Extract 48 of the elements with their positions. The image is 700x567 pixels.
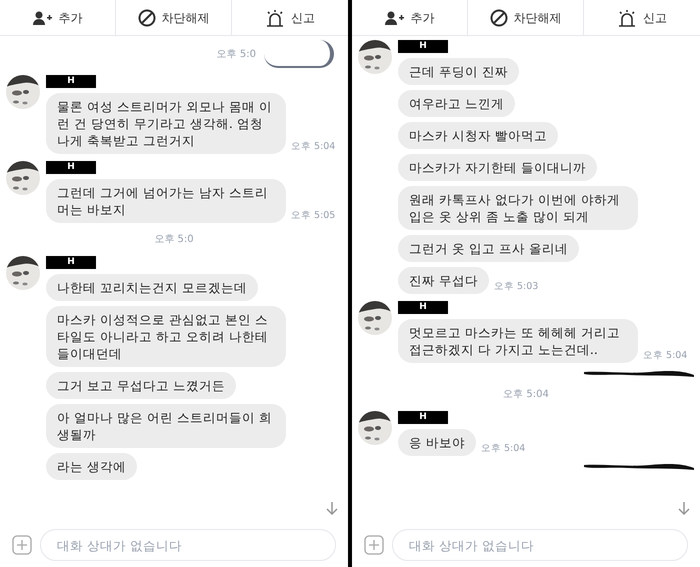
timestamp: 오후 5:0	[153, 233, 195, 247]
avatar	[6, 256, 40, 290]
plus-icon[interactable]	[12, 535, 32, 555]
add-person-icon	[32, 10, 52, 24]
plus-icon[interactable]	[364, 535, 384, 555]
message-bubble: 그런거 옷 입고 프사 올리네	[398, 235, 579, 262]
message-bubble: 라는 생각에	[46, 453, 137, 480]
message-bubble: 나한테 꼬리치는건지 모르겠는데	[46, 274, 258, 301]
sender-name: H	[398, 411, 448, 424]
timestamp: 오후 5:04	[643, 348, 688, 363]
message-bubble: 마스카가 자기한테 들이대니까	[398, 154, 597, 181]
message-input[interactable]: 대화 상대가 없습니다	[40, 529, 336, 561]
sender-name: H	[46, 75, 96, 88]
sender-name: H	[46, 161, 96, 174]
avatar	[358, 301, 392, 335]
message-bubble: 그거 보고 무섭다고 느꼈거든	[46, 372, 236, 399]
message-bubble: 아 얼마나 많은 어린 스트리머들이 희생될까	[46, 404, 286, 448]
message-bubble: 그런데 그거에 넘어가는 남자 스트리머는 바보지	[46, 179, 286, 223]
message-bubble: 물론 여성 스트리머가 외모나 몸매 이런 건 당연히 무기라고 생각해. 엄청나게 축복받고 그런거지	[46, 93, 286, 154]
timestamp: 오후 5:0	[216, 48, 256, 62]
message-bubble: 마스카 이성적으로 관심없고 본인 스타일도 아니라고 하고 오히려 나한테 들이대던데	[46, 306, 286, 367]
scroll-down-icon[interactable]	[326, 501, 338, 515]
avatar	[358, 40, 392, 74]
siren-icon	[617, 8, 637, 26]
add-person-icon	[384, 10, 404, 24]
message-bubble: 근데 푸딩이 진짜	[398, 58, 519, 85]
message-bubble: 마스카 시청자 빨아먹고	[398, 122, 558, 149]
message-bubble: 진짜 무섭다	[398, 267, 489, 294]
sender-name: H	[398, 40, 448, 53]
message-input[interactable]: 대화 상대가 없습니다	[392, 529, 688, 561]
message-bubble: 멋모르고 마스카는 또 헤헤헤 거리고 접근하겠지 다 가지고 노는건데..	[398, 319, 638, 363]
sender-name: H	[46, 256, 96, 269]
timestamp: 오후 5:04	[502, 388, 550, 402]
message-bubble: 여우라고 느낀게	[398, 90, 515, 117]
scroll-down-icon[interactable]	[678, 501, 690, 515]
message-bubble: 원래 카톡프사 없다가 이번에 야하게 입은 옷 상위 좀 노출 많이 되게	[398, 186, 638, 230]
avatar	[6, 75, 40, 109]
message-bubble: 응 바보야	[398, 429, 476, 456]
siren-icon	[265, 8, 285, 26]
avatar	[358, 411, 392, 445]
timestamp: 오후 5:05	[291, 208, 336, 223]
timestamp: 오후 5:04	[480, 442, 526, 456]
avatar	[6, 161, 40, 195]
prohibited-icon	[490, 8, 508, 26]
timestamp: 오후 5:04	[291, 140, 336, 154]
timestamp: 오후 5:03	[494, 280, 538, 294]
sender-name: H	[398, 301, 448, 314]
prohibited-icon	[138, 8, 156, 26]
